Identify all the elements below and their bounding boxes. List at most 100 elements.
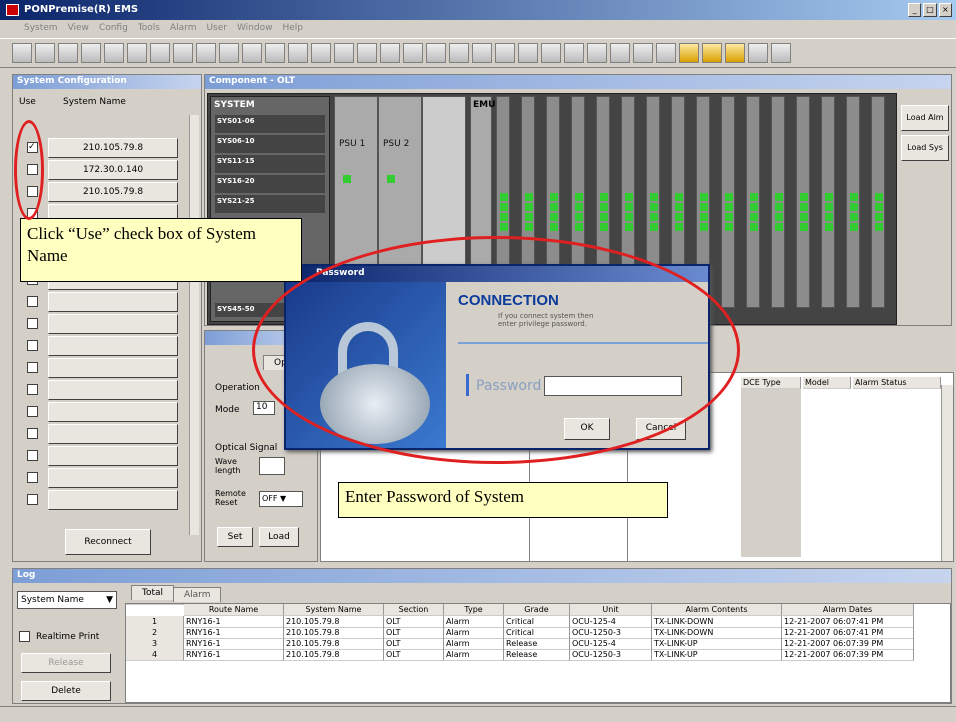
minimize-icon[interactable]: _ — [908, 3, 922, 17]
reconnect-button[interactable]: Reconnect — [65, 529, 151, 555]
log-header-cell[interactable] — [126, 604, 184, 605]
toolbar-tool-icon[interactable] — [725, 43, 745, 63]
toolbar-tool-icon[interactable] — [518, 43, 538, 63]
system-name-button[interactable] — [48, 313, 178, 334]
use-checkbox[interactable] — [27, 450, 38, 461]
menu-item[interactable]: Tools — [138, 23, 160, 35]
menu-item[interactable]: System — [24, 23, 58, 35]
toolbar-tool-icon[interactable] — [771, 43, 791, 63]
toolbar-tool-icon[interactable] — [242, 43, 262, 63]
line-card-slot[interactable] — [821, 96, 835, 308]
use-checkbox[interactable] — [27, 494, 38, 505]
log-header-cell[interactable]: System Name — [284, 604, 384, 616]
line-card-slot[interactable] — [721, 96, 735, 308]
toolbar-tool-icon[interactable] — [219, 43, 239, 63]
use-checkbox[interactable] — [27, 428, 38, 439]
toolbar-tool-icon[interactable] — [357, 43, 377, 63]
log-filter-select[interactable]: System Name ▼ — [17, 591, 117, 609]
realtime-checkbox[interactable] — [19, 631, 30, 642]
line-card-slot[interactable] — [846, 96, 860, 308]
use-checkbox[interactable] — [27, 362, 38, 373]
toolbar-tool-icon[interactable] — [449, 43, 469, 63]
toolbar-tool-icon[interactable] — [311, 43, 331, 63]
use-checkbox[interactable] — [27, 296, 38, 307]
system-name-button[interactable] — [48, 445, 178, 466]
line-card-slot[interactable] — [771, 96, 785, 308]
load-alm-button[interactable]: Load Alm — [901, 105, 949, 131]
menu-item[interactable]: View — [68, 23, 89, 35]
system-name-button[interactable] — [48, 357, 178, 378]
toolbar-tool-icon[interactable] — [702, 43, 722, 63]
system-name-button[interactable] — [48, 379, 178, 400]
table-row[interactable]: 1 RNY16-1 210.105.79.8 OLT Alarm Critical OCU-… — [126, 616, 952, 628]
log-header-cell[interactable]: Grade — [504, 604, 570, 616]
table-row[interactable]: 2 RNY16-1 210.105.79.8 OLT Alarm Critical OCU-… — [126, 627, 952, 639]
load-sys-button[interactable]: Load Sys — [901, 135, 949, 161]
system-name-button[interactable] — [48, 467, 178, 488]
system-name-button[interactable] — [48, 291, 178, 312]
menu-item[interactable]: Alarm — [170, 23, 196, 35]
log-header-cell[interactable]: Unit — [570, 604, 652, 616]
toolbar-tool-icon[interactable] — [81, 43, 101, 63]
toolbar-tool-icon[interactable] — [334, 43, 354, 63]
toolbar-tool-icon[interactable] — [679, 43, 699, 63]
toolbar-tool-icon[interactable] — [35, 43, 55, 63]
system-name-button[interactable] — [48, 401, 178, 422]
toolbar-tool-icon[interactable] — [127, 43, 147, 63]
info-grid-header-cell[interactable]: DCE Type — [741, 377, 801, 389]
table-row[interactable]: 3 RNY16-1 210.105.79.8 OLT Alarm Release OCU-1… — [126, 638, 952, 650]
toolbar-tool-icon[interactable] — [173, 43, 193, 63]
info-grid-header-cell[interactable]: Model — [803, 377, 851, 389]
menu-item[interactable]: User — [206, 23, 227, 35]
tab-alarm[interactable]: Alarm — [173, 587, 222, 602]
use-checkbox[interactable] — [27, 340, 38, 351]
use-checkbox[interactable] — [27, 384, 38, 395]
system-range-item[interactable]: SYS01-06 — [215, 115, 325, 133]
system-name-button[interactable]: 210.105.79.8 — [48, 137, 178, 158]
system-name-button[interactable] — [48, 335, 178, 356]
log-header-cell[interactable]: Route Name — [184, 604, 284, 616]
toolbar-tool-icon[interactable] — [633, 43, 653, 63]
toolbar-tool-icon[interactable] — [495, 43, 515, 63]
toolbar-tool-icon[interactable] — [380, 43, 400, 63]
line-card-slot[interactable] — [871, 96, 885, 308]
use-checkbox[interactable] — [27, 406, 38, 417]
toolbar-tool-icon[interactable] — [288, 43, 308, 63]
use-checkbox[interactable] — [27, 318, 38, 329]
toolbar-tool-icon[interactable] — [265, 43, 285, 63]
toolbar-tool-icon[interactable] — [541, 43, 561, 63]
system-name-button[interactable]: 172.30.0.140 — [48, 159, 178, 180]
line-card-slot[interactable] — [796, 96, 810, 308]
system-name-button[interactable]: 210.105.79.8 — [48, 181, 178, 202]
log-header-cell[interactable]: Section — [384, 604, 444, 616]
set-button[interactable]: Set — [217, 527, 253, 547]
toolbar-tool-icon[interactable] — [656, 43, 676, 63]
wave-length-field[interactable] — [259, 457, 285, 475]
info-grid-header-cell[interactable]: Alarm Status — [853, 377, 941, 389]
system-list-scrollbar[interactable] — [189, 115, 199, 535]
system-range-item[interactable]: SYS06-10 — [215, 135, 325, 153]
maximize-icon[interactable]: □ — [923, 3, 937, 17]
menu-item[interactable]: Help — [282, 23, 303, 35]
realtime-print[interactable]: Realtime Print — [19, 631, 99, 642]
toolbar-tool-icon[interactable] — [104, 43, 124, 63]
load-button[interactable]: Load — [259, 527, 299, 547]
system-name-button[interactable] — [48, 489, 178, 510]
toolbar-tool-icon[interactable] — [196, 43, 216, 63]
toolbar-tool-icon[interactable] — [403, 43, 423, 63]
menu-item[interactable]: Config — [99, 23, 128, 35]
toolbar-tool-icon[interactable] — [426, 43, 446, 63]
toolbar-tool-icon[interactable] — [748, 43, 768, 63]
close-icon[interactable]: × — [938, 3, 952, 17]
system-range-item[interactable]: SYS21-25 — [215, 195, 325, 213]
toolbar-tool-icon[interactable] — [150, 43, 170, 63]
release-button[interactable]: Release — [21, 653, 111, 673]
line-card-slot[interactable] — [746, 96, 760, 308]
toolbar-tool-icon[interactable] — [472, 43, 492, 63]
mode-field[interactable]: 10 — [253, 401, 275, 415]
tab-total[interactable]: Total — [131, 585, 175, 600]
toolbar-tool-icon[interactable] — [564, 43, 584, 63]
toolbar-tool-icon[interactable] — [58, 43, 78, 63]
delete-button[interactable]: Delete — [21, 681, 111, 701]
toolbar-tool-icon[interactable] — [587, 43, 607, 63]
